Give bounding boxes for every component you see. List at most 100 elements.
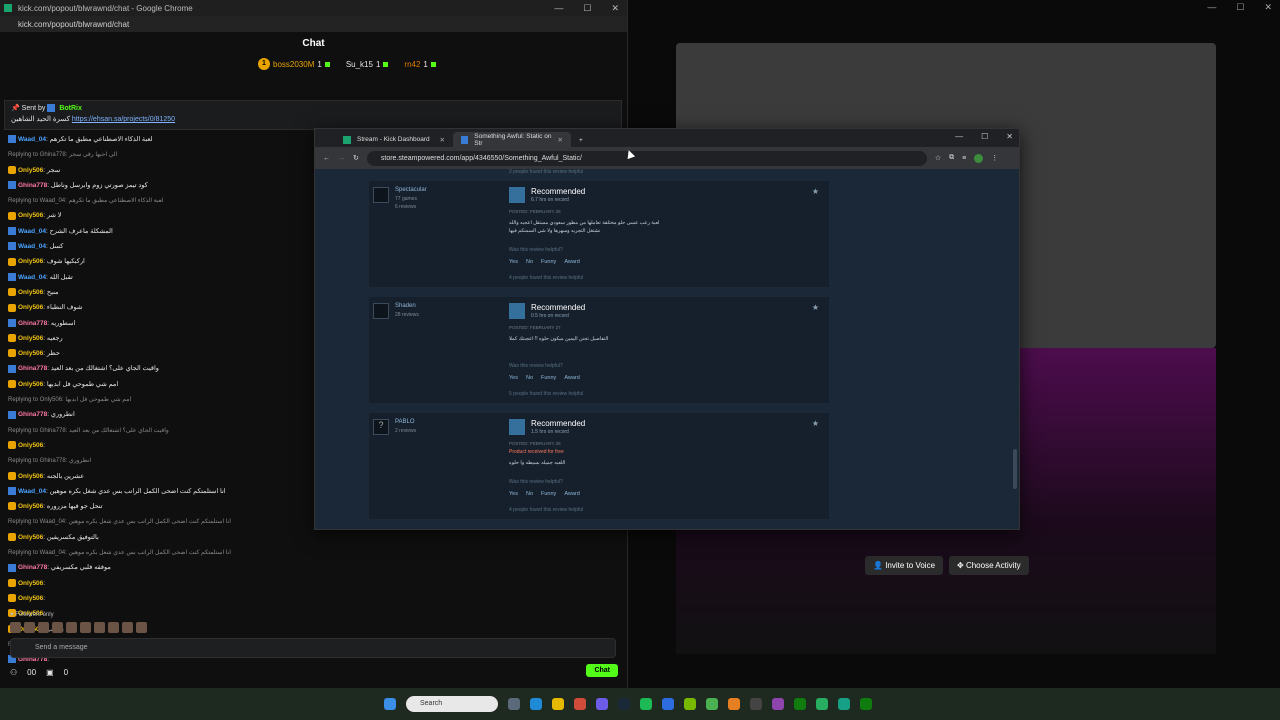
chat-username[interactable]: Only506 bbox=[18, 503, 43, 510]
pinned-link[interactable]: https://ehsan.sa/projects/0/81250 bbox=[72, 116, 175, 123]
vote-funny-button[interactable]: Funny bbox=[541, 259, 556, 265]
pinned-sender[interactable]: BotRix bbox=[59, 105, 82, 112]
invite-to-voice-button[interactable]: 👤 Invite to Voice bbox=[865, 556, 944, 575]
address-bar[interactable]: store.steampowered.com/app/4346550/Somet… bbox=[366, 150, 927, 166]
app-icon[interactable] bbox=[728, 698, 740, 710]
question-avatar-icon[interactable]: ? bbox=[373, 419, 389, 435]
chat-username[interactable]: Only506 bbox=[18, 167, 43, 174]
discord-icon[interactable] bbox=[596, 698, 608, 710]
reviewer-avatar[interactable] bbox=[373, 303, 389, 319]
chat-username[interactable]: Waad_04 bbox=[18, 136, 46, 143]
award-button[interactable]: Award bbox=[564, 491, 580, 497]
award-button[interactable]: Award bbox=[564, 375, 580, 381]
emote-icon[interactable] bbox=[66, 622, 77, 633]
reviewer-name[interactable]: PABLO bbox=[395, 419, 415, 425]
emote-icon[interactable] bbox=[52, 622, 63, 633]
file-explorer-icon[interactable] bbox=[552, 698, 564, 710]
app-icon[interactable] bbox=[772, 698, 784, 710]
chat-username[interactable]: Only506 bbox=[18, 442, 43, 449]
task-view-icon[interactable] bbox=[508, 698, 520, 710]
reload-icon[interactable]: ↻ bbox=[353, 154, 359, 162]
minimize-icon[interactable]: — bbox=[1207, 2, 1216, 13]
emote-icon[interactable] bbox=[122, 622, 133, 633]
tab-kick-dashboard[interactable]: Stream - Kick Dashboard ✕ bbox=[335, 132, 453, 147]
award-star-icon[interactable]: ★ bbox=[812, 187, 819, 196]
tab-close-icon[interactable]: ✕ bbox=[440, 136, 445, 144]
chat-send-button[interactable]: Chat bbox=[586, 664, 618, 677]
close-icon[interactable]: ✕ bbox=[1006, 132, 1013, 141]
xbox-icon[interactable] bbox=[860, 698, 872, 710]
gift-box-icon[interactable]: ▣ bbox=[46, 668, 54, 677]
leaderboard-entry[interactable]: rn42 1 bbox=[404, 58, 436, 70]
chat-username[interactable]: Only506 bbox=[18, 304, 43, 311]
chat-username[interactable]: Only506 bbox=[18, 381, 43, 388]
chat-username[interactable]: Only506 bbox=[18, 595, 43, 602]
chat-username[interactable]: Ghina778 bbox=[18, 320, 47, 327]
emote-icon[interactable] bbox=[94, 622, 105, 633]
minimize-icon[interactable]: — bbox=[554, 3, 563, 14]
emote-icon[interactable] bbox=[136, 622, 147, 633]
vote-no-button[interactable]: No bbox=[526, 375, 533, 381]
chat-username[interactable]: Only506 bbox=[18, 473, 43, 480]
windows-start-icon[interactable] bbox=[384, 698, 396, 710]
reviewer-name[interactable]: Spectacular bbox=[395, 187, 427, 193]
forward-icon[interactable]: → bbox=[338, 155, 345, 162]
app-icon[interactable] bbox=[706, 698, 718, 710]
chat-username[interactable]: Only506 bbox=[18, 289, 43, 296]
chat-username[interactable]: Ghina778 bbox=[18, 182, 47, 189]
leaderboard-entry[interactable]: Su_k15 1 bbox=[346, 58, 389, 70]
award-star-icon[interactable]: ★ bbox=[812, 419, 819, 428]
emote-icon[interactable] bbox=[10, 622, 21, 633]
emote-icon[interactable] bbox=[24, 622, 35, 633]
reviewer-avatar[interactable] bbox=[373, 187, 389, 203]
app-icon[interactable] bbox=[838, 698, 850, 710]
chat-username[interactable]: Only506 bbox=[18, 534, 43, 541]
chrome-icon[interactable] bbox=[574, 698, 586, 710]
media-icon[interactable]: ≡ bbox=[962, 155, 966, 162]
chat-username[interactable]: Only506 bbox=[18, 580, 43, 587]
emote-icon[interactable] bbox=[80, 622, 91, 633]
chat-username[interactable]: Only506 bbox=[18, 212, 43, 219]
chat-username[interactable]: Only506 bbox=[18, 335, 43, 342]
bookmark-star-icon[interactable]: ☆ bbox=[935, 154, 941, 162]
chat-username[interactable]: Waad_04 bbox=[18, 228, 46, 235]
maximize-icon[interactable]: ☐ bbox=[981, 132, 988, 141]
award-button[interactable]: Award bbox=[564, 259, 580, 265]
new-tab-icon[interactable]: + bbox=[571, 134, 591, 147]
vote-yes-button[interactable]: Yes bbox=[509, 259, 518, 265]
chat-username[interactable]: Ghina778 bbox=[18, 365, 47, 372]
nvidia-icon[interactable] bbox=[684, 698, 696, 710]
award-star-icon[interactable]: ★ bbox=[812, 303, 819, 312]
leaderboard-entry[interactable]: 1 boss2030M 1 bbox=[258, 58, 330, 70]
steam-icon[interactable] bbox=[618, 698, 630, 710]
emote-icon[interactable] bbox=[108, 622, 119, 633]
obs-icon[interactable] bbox=[750, 698, 762, 710]
chat-username[interactable]: Waad_04 bbox=[18, 243, 46, 250]
emote-icon[interactable] bbox=[38, 622, 49, 633]
app-icon[interactable] bbox=[662, 698, 674, 710]
more-menu-icon[interactable]: ⋮ bbox=[991, 154, 998, 162]
vote-yes-button[interactable]: Yes bbox=[509, 375, 518, 381]
choose-activity-button[interactable]: ✥ Choose Activity bbox=[949, 556, 1029, 575]
edge-icon[interactable] bbox=[530, 698, 542, 710]
chat-username[interactable]: Waad_04 bbox=[18, 274, 46, 281]
maximize-icon[interactable]: ☐ bbox=[583, 3, 591, 14]
chat-username[interactable]: Only506 bbox=[18, 350, 43, 357]
reviewer-name[interactable]: Shaden bbox=[395, 303, 416, 309]
vote-funny-button[interactable]: Funny bbox=[541, 491, 556, 497]
tab-close-icon[interactable]: ✕ bbox=[558, 136, 563, 144]
maximize-icon[interactable]: ☐ bbox=[1236, 2, 1244, 13]
close-icon[interactable]: ✕ bbox=[611, 3, 619, 14]
chat-username[interactable]: Ghina778 bbox=[18, 411, 47, 418]
vote-funny-button[interactable]: Funny bbox=[541, 375, 556, 381]
xbox-icon[interactable] bbox=[794, 698, 806, 710]
back-icon[interactable]: ← bbox=[323, 155, 330, 162]
app-icon[interactable] bbox=[816, 698, 828, 710]
chat-username[interactable]: Only506 bbox=[18, 258, 43, 265]
vote-no-button[interactable]: No bbox=[526, 491, 533, 497]
chat-username[interactable]: Ghina778 bbox=[18, 564, 47, 571]
spotify-icon[interactable] bbox=[640, 698, 652, 710]
vote-yes-button[interactable]: Yes bbox=[509, 491, 518, 497]
vote-no-button[interactable]: No bbox=[526, 259, 533, 265]
close-icon[interactable]: ✕ bbox=[1264, 2, 1272, 13]
